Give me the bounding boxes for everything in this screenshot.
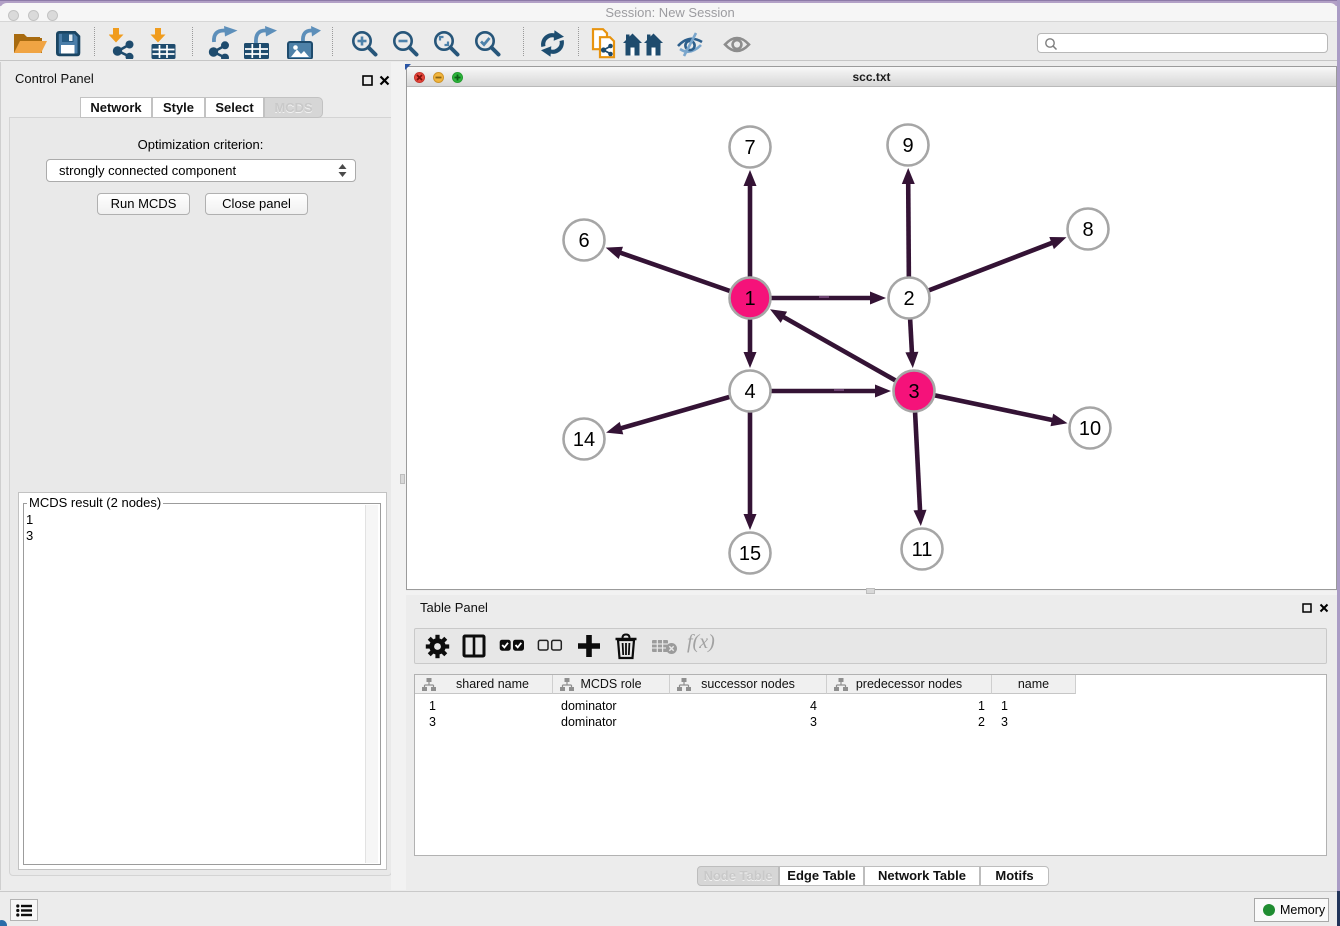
svg-text:7: 7 [744,137,755,159]
svg-text:2: 2 [903,288,914,310]
svg-text:14: 14 [573,429,595,451]
svg-text:8: 8 [1082,219,1093,241]
svg-text:1: 1 [744,288,755,310]
svg-text:9: 9 [902,135,913,157]
svg-text:6: 6 [578,230,589,252]
svg-text:4: 4 [744,381,755,403]
svg-text:11: 11 [912,539,933,561]
svg-text:10: 10 [1079,418,1101,440]
svg-text:3: 3 [908,381,919,403]
svg-text:15: 15 [739,543,761,565]
